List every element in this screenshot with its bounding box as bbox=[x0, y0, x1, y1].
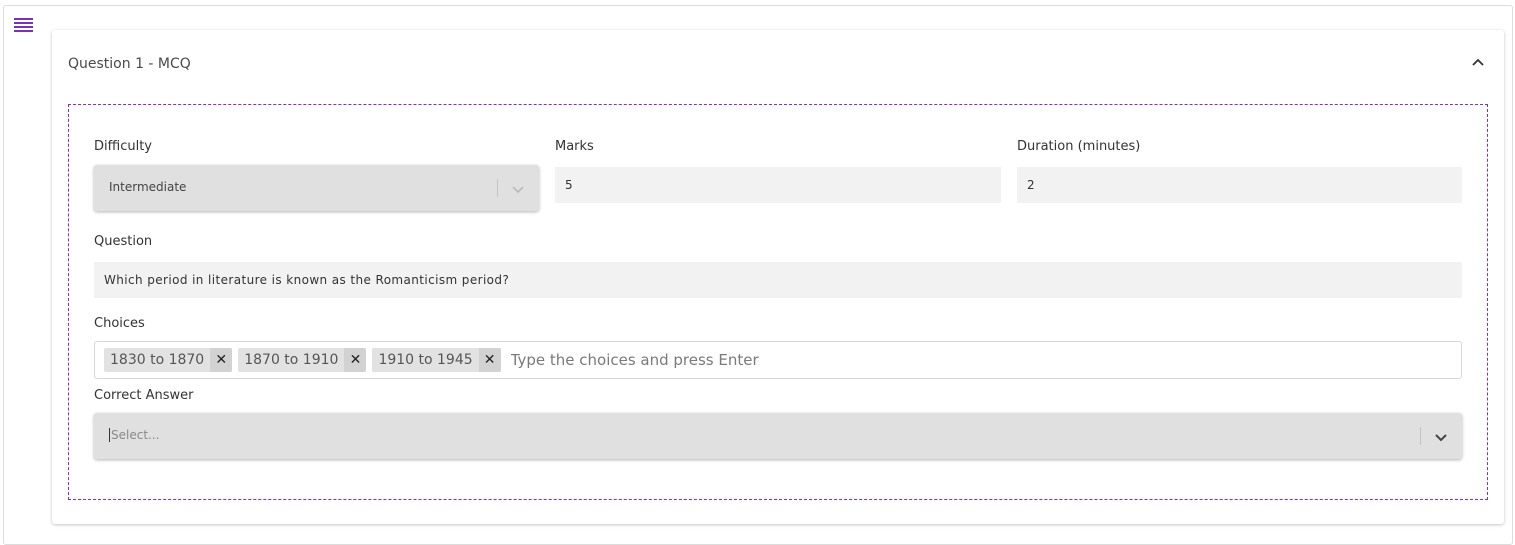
close-icon[interactable]: ✕ bbox=[344, 348, 367, 372]
correct-answer-select[interactable]: Select... bbox=[94, 413, 1462, 459]
choice-chip: 1830 to 1870 ✕ bbox=[104, 348, 233, 372]
select-separator bbox=[1420, 427, 1421, 445]
difficulty-label: Difficulty bbox=[94, 139, 152, 154]
difficulty-value: Intermediate bbox=[109, 180, 187, 194]
correct-answer-placeholder: Select... bbox=[109, 428, 160, 442]
chevron-down-icon[interactable] bbox=[1434, 429, 1448, 443]
difficulty-select[interactable]: Intermediate bbox=[94, 165, 539, 211]
question-card-header[interactable]: Question 1 - MCQ bbox=[52, 30, 1504, 100]
choice-chip: 1870 to 1910 ✕ bbox=[238, 348, 367, 372]
choice-chip-label: 1910 to 1945 bbox=[378, 352, 473, 368]
choices-input[interactable]: 1830 to 1870 ✕ 1870 to 1910 ✕ 1910 to 19… bbox=[94, 341, 1462, 379]
question-label: Question bbox=[94, 234, 153, 249]
correct-answer-label: Correct Answer bbox=[94, 388, 194, 403]
chevron-up-icon[interactable] bbox=[1470, 55, 1486, 71]
close-icon[interactable]: ✕ bbox=[478, 348, 501, 372]
close-icon[interactable]: ✕ bbox=[210, 348, 233, 372]
choice-chip-label: 1830 to 1870 bbox=[110, 352, 205, 368]
duration-label: Duration (minutes) bbox=[1017, 139, 1141, 154]
marks-label: Marks bbox=[555, 139, 594, 154]
select-separator bbox=[497, 179, 498, 197]
question-input[interactable] bbox=[94, 262, 1462, 298]
question-form: Difficulty Intermediate Marks Duration (… bbox=[68, 104, 1488, 500]
duration-input[interactable] bbox=[1017, 167, 1462, 203]
choice-chip-label: 1870 to 1910 bbox=[244, 352, 339, 368]
choice-chip: 1910 to 1945 ✕ bbox=[372, 348, 501, 372]
question-card: Question 1 - MCQ Difficulty Intermediate… bbox=[52, 30, 1504, 524]
chevron-down-icon[interactable] bbox=[511, 181, 525, 195]
menu-icon[interactable] bbox=[14, 18, 34, 34]
choices-label: Choices bbox=[94, 316, 145, 331]
question-title: Question 1 - MCQ bbox=[68, 56, 191, 72]
choices-text-input[interactable] bbox=[506, 345, 1461, 375]
marks-input[interactable] bbox=[555, 167, 1001, 203]
